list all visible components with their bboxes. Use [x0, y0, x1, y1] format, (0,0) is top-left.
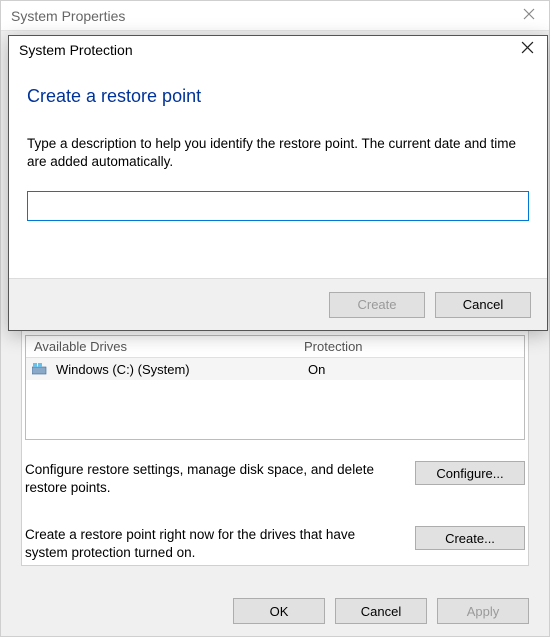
apply-button[interactable]: Apply	[437, 598, 529, 624]
column-header-protection[interactable]: Protection	[296, 336, 524, 357]
bg-window-title: System Properties	[11, 8, 125, 24]
dialog-cancel-button[interactable]: Cancel	[435, 292, 531, 318]
drive-name: Windows (C:) (System)	[52, 362, 300, 377]
create-section: Create a restore point right now for the…	[25, 526, 525, 562]
drives-table: Available Drives Protection Windows (C:)…	[25, 335, 525, 440]
bottom-button-bar: OK Cancel Apply	[233, 598, 529, 624]
dialog-create-button[interactable]: Create	[329, 292, 425, 318]
dialog-title: System Protection	[19, 42, 133, 58]
close-icon[interactable]	[519, 7, 539, 25]
drive-protection: On	[300, 362, 524, 377]
create-text: Create a restore point right now for the…	[25, 526, 395, 562]
configure-section: Configure restore settings, manage disk …	[25, 461, 525, 497]
cancel-button[interactable]: Cancel	[335, 598, 427, 624]
dialog-content: Create a restore point Type a descriptio…	[9, 64, 547, 278]
table-row[interactable]: Windows (C:) (System) On	[26, 358, 524, 380]
close-icon[interactable]	[517, 41, 537, 59]
restore-point-description-input[interactable]	[27, 191, 529, 221]
bg-titlebar: System Properties	[1, 1, 549, 31]
dialog-titlebar: System Protection	[9, 36, 547, 64]
configure-text: Configure restore settings, manage disk …	[25, 461, 395, 497]
configure-button[interactable]: Configure...	[415, 461, 525, 485]
dialog-description: Type a description to help you identify …	[27, 135, 529, 171]
drive-icon	[32, 363, 48, 375]
dialog-footer: Create Cancel	[9, 278, 547, 330]
ok-button[interactable]: OK	[233, 598, 325, 624]
create-button[interactable]: Create...	[415, 526, 525, 550]
system-protection-dialog: System Protection Create a restore point…	[8, 35, 548, 331]
drives-header: Available Drives Protection	[26, 336, 524, 358]
column-header-drives[interactable]: Available Drives	[26, 336, 296, 357]
dialog-heading: Create a restore point	[27, 86, 529, 107]
